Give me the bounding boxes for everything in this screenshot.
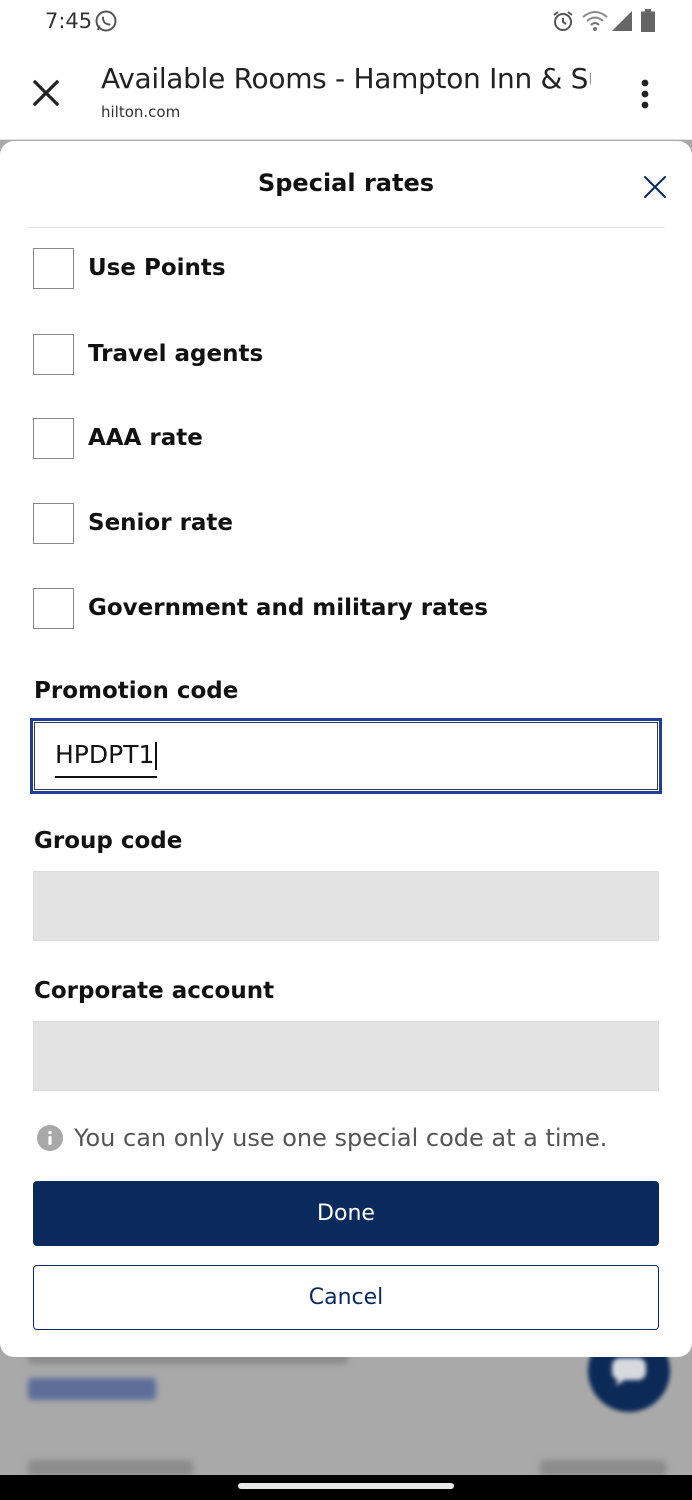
more-vert-icon[interactable] xyxy=(630,76,660,112)
checkbox-use-points[interactable]: Use Points xyxy=(33,247,226,289)
checkbox[interactable] xyxy=(33,417,74,459)
checkbox[interactable] xyxy=(33,502,74,544)
group-code-label: Group code xyxy=(34,828,183,854)
browser-toolbar: Available Rooms - Hampton Inn & Suite...… xyxy=(0,42,692,140)
text-underline xyxy=(55,776,157,778)
checkbox-aaa-rate[interactable]: AAA rate xyxy=(33,417,203,459)
checkbox[interactable] xyxy=(33,247,74,289)
browser-page-title: Available Rooms - Hampton Inn & Suite... xyxy=(101,62,591,95)
info-message: You can only use one special code at a t… xyxy=(36,1124,607,1152)
checkbox[interactable] xyxy=(33,587,74,629)
group-code-input[interactable] xyxy=(33,871,659,941)
status-bar: 7:45 xyxy=(0,0,692,42)
checkbox-government-military[interactable]: Government and military rates xyxy=(33,587,488,629)
background-link xyxy=(28,1378,156,1400)
divider xyxy=(27,227,665,228)
checkbox-label: AAA rate xyxy=(88,425,203,451)
close-icon[interactable] xyxy=(31,78,61,108)
checkbox-label: Use Points xyxy=(88,255,226,281)
special-rates-modal: Special rates Use Points Travel agents A… xyxy=(0,141,692,1357)
corporate-account-input[interactable] xyxy=(33,1021,659,1091)
checkbox-label: Travel agents xyxy=(88,341,264,367)
navigation-bar xyxy=(0,1475,692,1500)
promotion-code-label: Promotion code xyxy=(34,678,239,704)
done-button[interactable]: Done xyxy=(33,1181,659,1246)
background-text xyxy=(540,1460,666,1476)
cancel-button[interactable]: Cancel xyxy=(33,1265,659,1330)
checkbox-label: Senior rate xyxy=(88,510,234,536)
checkbox-label: Government and military rates xyxy=(88,595,488,621)
checkbox-senior-rate[interactable]: Senior rate xyxy=(33,502,233,544)
signal-icon xyxy=(612,11,632,31)
status-time: 7:45 xyxy=(45,9,93,33)
info-text: You can only use one special code at a t… xyxy=(74,1124,608,1152)
checkbox[interactable] xyxy=(33,333,74,375)
whatsapp-icon xyxy=(95,10,117,32)
close-icon[interactable] xyxy=(641,173,669,201)
battery-icon xyxy=(641,9,655,32)
corporate-account-label: Corporate account xyxy=(34,978,275,1004)
promotion-code-value: HPDPT1 xyxy=(55,740,158,770)
background-text xyxy=(28,1460,193,1476)
modal-title: Special rates xyxy=(257,169,435,197)
wifi-icon xyxy=(582,11,608,31)
browser-url: hilton.com xyxy=(101,103,181,121)
home-handle[interactable] xyxy=(238,1483,454,1489)
info-icon xyxy=(37,1125,63,1151)
promotion-code-input[interactable]: HPDPT1 xyxy=(30,718,662,794)
checkbox-travel-agents[interactable]: Travel agents xyxy=(33,333,263,375)
alarm-icon xyxy=(553,11,573,31)
